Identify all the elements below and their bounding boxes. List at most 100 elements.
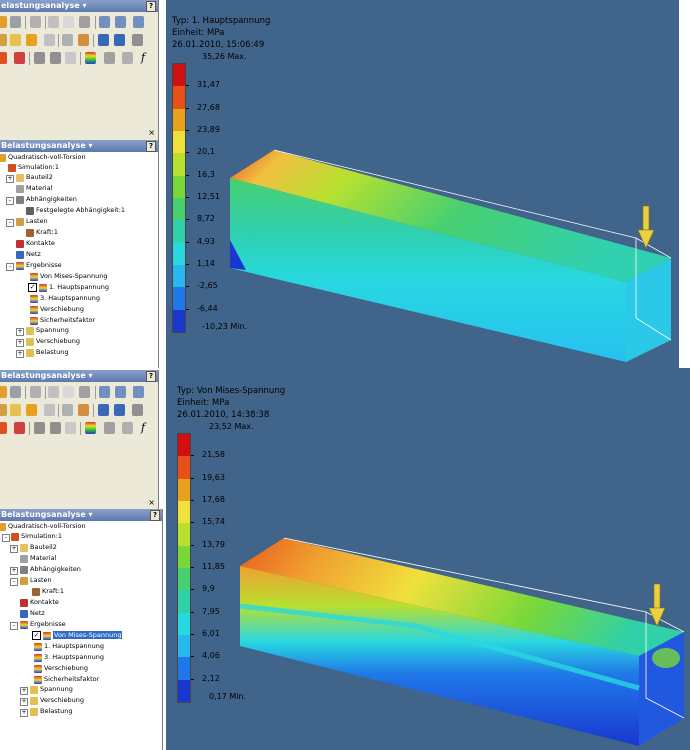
collapse-icon[interactable]: -	[6, 263, 14, 271]
tree-item-part[interactable]: Bauteil2	[20, 542, 57, 553]
report-icon[interactable]	[104, 52, 115, 64]
tree-item-material[interactable]: Material	[16, 183, 52, 194]
load-icon[interactable]	[0, 34, 7, 46]
tree-item-principal-1[interactable]: ✓ 1. Hauptspannung	[28, 282, 109, 293]
frictionless-icon[interactable]	[79, 386, 90, 398]
tree-item-force[interactable]: Kraft:1	[26, 227, 58, 238]
simulate-icon[interactable]	[0, 422, 7, 434]
beam-model[interactable]	[166, 0, 679, 368]
probe-label-icon[interactable]	[50, 52, 61, 64]
expand-icon[interactable]: +	[10, 567, 18, 575]
tree-item-mesh[interactable]: Netz	[20, 608, 45, 619]
mesh-icon[interactable]	[98, 404, 109, 416]
tree-item-results[interactable]: Ergebnisse	[20, 619, 66, 630]
tree-item-principal-3[interactable]: 3. Hauptspannung	[34, 652, 104, 663]
simulation-icon[interactable]	[0, 386, 7, 398]
gravity-icon[interactable]	[78, 404, 89, 416]
expand-icon[interactable]: +	[6, 175, 14, 183]
expand-icon[interactable]: +	[16, 328, 24, 336]
graph-icon[interactable]	[65, 52, 76, 64]
load-arrow-icon[interactable]	[637, 205, 655, 249]
simulation-icon[interactable]	[0, 16, 7, 28]
tree-item-mesh[interactable]: Netz	[16, 249, 41, 260]
help-icon[interactable]: ?	[150, 510, 160, 521]
tree-item-fixed-constraint[interactable]: Festgelegte Abhängigkeit:1	[26, 205, 125, 216]
color-bar-icon[interactable]	[85, 422, 96, 434]
contact-icon[interactable]	[99, 16, 110, 28]
tree-item-contacts[interactable]: Kontakte	[20, 597, 59, 608]
beam-model[interactable]	[166, 368, 690, 750]
tree-item-strain[interactable]: Belastung	[26, 347, 69, 358]
force-icon[interactable]	[10, 404, 21, 416]
tree-item-constraints[interactable]: Abhängigkeiten	[20, 564, 81, 575]
collapse-icon[interactable]: -	[2, 534, 10, 542]
tree-item-principal-3[interactable]: 3. Hauptspannung	[30, 293, 100, 304]
save-icon[interactable]	[10, 16, 21, 28]
tree-item-stress[interactable]: Spannung	[30, 684, 73, 695]
close-icon[interactable]: ×	[148, 128, 155, 137]
expand-icon[interactable]: +	[20, 698, 28, 706]
material-icon[interactable]	[30, 16, 41, 28]
mesh-settings-icon[interactable]	[114, 34, 125, 46]
close-icon[interactable]: ×	[148, 498, 155, 507]
parameters-icon[interactable]: f	[141, 421, 145, 434]
export-icon[interactable]	[122, 52, 133, 64]
mesh-settings-icon[interactable]	[114, 404, 125, 416]
sliding-icon[interactable]	[133, 16, 144, 28]
tree-item-displacement-folder[interactable]: Verschiebung	[30, 695, 84, 706]
tree-item-constraints[interactable]: Abhängigkeiten	[16, 194, 77, 205]
expand-icon[interactable]: +	[16, 350, 24, 358]
export-icon[interactable]	[122, 422, 133, 434]
collapse-icon[interactable]: -	[10, 622, 18, 630]
material-icon[interactable]	[30, 386, 41, 398]
tree-item-stress[interactable]: Spannung	[26, 325, 69, 336]
tree-item-force[interactable]: Kraft:1	[32, 586, 64, 597]
tree-item-part[interactable]: Bauteil2	[16, 172, 53, 183]
graph-icon[interactable]	[65, 422, 76, 434]
tree-item-contacts[interactable]: Kontakte	[16, 238, 55, 249]
animate-icon[interactable]	[14, 422, 25, 434]
gravity-icon[interactable]	[78, 34, 89, 46]
color-bar-icon[interactable]	[85, 52, 96, 64]
constraint-icon[interactable]	[48, 16, 59, 28]
pin-icon[interactable]	[63, 386, 74, 398]
tool-panel-title[interactable]: Belastungsanalyse ▾ ?	[0, 370, 158, 382]
help-icon[interactable]: ?	[146, 1, 156, 12]
tool-panel-title[interactable]: elastungsanalyse ▾ ?	[0, 0, 158, 12]
expand-icon[interactable]: +	[20, 709, 28, 717]
bearing-icon[interactable]	[44, 404, 55, 416]
tree-item-von-mises[interactable]: ✓ Von Mises-Spannung	[32, 630, 123, 641]
tree-item-loads[interactable]: Lasten	[16, 216, 48, 227]
probe-label-icon[interactable]	[50, 422, 61, 434]
viewport-bottom[interactable]: Typ: Von Mises-Spannung Einheit: MPa 26.…	[166, 368, 690, 750]
collapse-icon[interactable]: -	[6, 197, 14, 205]
force-icon[interactable]	[10, 34, 21, 46]
tree-item-displacement-folder[interactable]: Verschiebung	[26, 336, 80, 347]
separation-icon[interactable]	[115, 16, 126, 28]
browser-title[interactable]: Belastungsanalyse ▾ ?	[0, 140, 158, 152]
simulate-icon[interactable]	[0, 52, 7, 64]
help-icon[interactable]: ?	[146, 371, 156, 382]
contact-icon[interactable]	[99, 386, 110, 398]
pressure-icon[interactable]	[26, 34, 37, 46]
separation-icon[interactable]	[115, 386, 126, 398]
probe-icon[interactable]	[34, 422, 45, 434]
tree-item-loads[interactable]: Lasten	[20, 575, 52, 586]
browser-title[interactable]: Belastungsanalyse ▾ ?	[0, 509, 162, 521]
moment-icon[interactable]	[62, 34, 73, 46]
convergence-icon[interactable]	[132, 34, 143, 46]
report-icon[interactable]	[104, 422, 115, 434]
help-icon[interactable]: ?	[146, 141, 156, 152]
tree-item-principal-1[interactable]: 1. Hauptspannung	[34, 641, 104, 652]
collapse-icon[interactable]: -	[10, 578, 18, 586]
expand-icon[interactable]: +	[16, 339, 24, 347]
tree-item-von-mises[interactable]: Von Mises-Spannung	[30, 271, 107, 282]
save-icon[interactable]	[10, 386, 21, 398]
parameters-icon[interactable]: f	[141, 51, 145, 64]
bearing-icon[interactable]	[44, 34, 55, 46]
pressure-icon[interactable]	[26, 404, 37, 416]
tree-item-results[interactable]: Ergebnisse	[16, 260, 62, 271]
tree-item-simulation[interactable]: Simulation:1	[11, 531, 62, 542]
tree-item-displacement[interactable]: Verschiebung	[30, 304, 84, 315]
moment-icon[interactable]	[62, 404, 73, 416]
